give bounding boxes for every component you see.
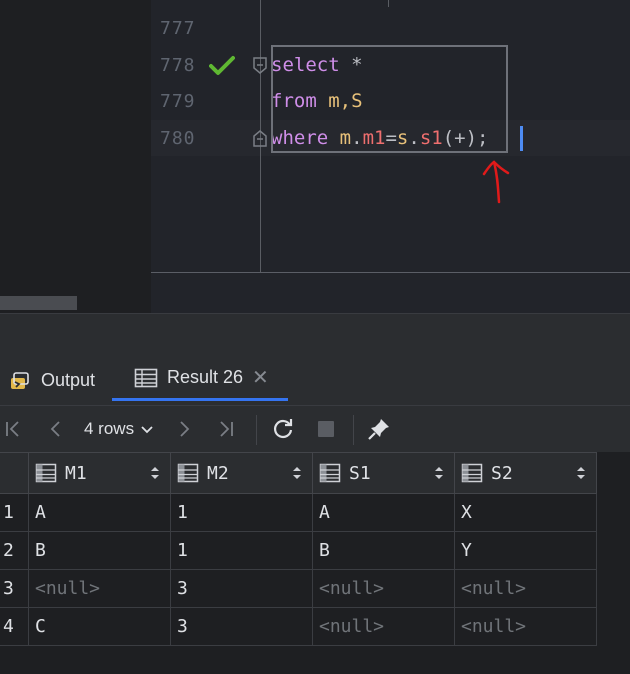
tab-label: Output [41,370,96,390]
sort-icon[interactable] [434,465,444,481]
prev-page-button[interactable] [42,406,68,452]
row-number-header [0,452,29,494]
refresh-button[interactable] [269,406,297,452]
table-row[interactable]: 3 <null> 3 <null> <null> [0,569,597,608]
result-grid[interactable]: M1 M2 S1 S2 1 A 1 A X 2 B 1 B Y 3 <null>… [0,452,630,674]
row-number: 4 [0,607,29,646]
sort-icon[interactable] [576,465,586,481]
stop-button[interactable] [313,406,339,452]
table-row[interactable]: 4 C 3 <null> <null> [0,607,597,646]
grid-cell[interactable]: 3 [170,607,313,646]
grid-cell[interactable]: 1 [170,531,313,570]
grid-cell[interactable]: B [28,531,171,570]
result-tab-bar: Output Result 26 ✕ [0,357,630,406]
last-page-icon [220,421,233,437]
column-name: M2 [207,462,229,484]
row-number: 3 [0,569,29,608]
result-toolbar: 4 rows [0,406,630,452]
last-page-button[interactable] [213,406,239,452]
line-number: 777 [160,18,196,39]
grid-cell[interactable]: B [312,531,455,570]
column-header-s1[interactable]: S1 [312,452,455,494]
column-name: S1 [349,462,371,484]
toolbar-separator [256,415,257,445]
editor-bottom-area [151,272,630,313]
text-caret [520,126,523,151]
column-icon [35,463,57,483]
grid-cell[interactable]: <null> [454,569,597,608]
row-number: 2 [0,531,29,570]
column-header-s2[interactable]: S2 [454,452,597,494]
line-number: 780 [160,128,196,149]
grid-cell[interactable]: Y [454,531,597,570]
column-icon [177,463,199,483]
grid-cell[interactable]: 1 [170,493,313,532]
chevron-down-icon [141,426,153,434]
first-page-button[interactable] [0,406,26,452]
grid-cell[interactable]: <null> [454,607,597,646]
fold-guide-tick [260,0,261,7]
table-row[interactable]: 1 A 1 A X [0,493,597,532]
fold-open-icon[interactable] [252,57,268,75]
line-number: 779 [160,91,196,112]
panel-splitter[interactable] [0,313,630,358]
selection-box [271,45,508,153]
grid-cell[interactable]: 3 [170,569,313,608]
indent-guide-tick [388,0,389,7]
first-page-icon [6,421,19,437]
rows-count-label: 4 rows [84,419,135,438]
pin-icon [368,419,389,440]
annotation-arrow-icon [482,160,510,204]
grid-cell[interactable]: <null> [312,607,455,646]
close-icon[interactable]: ✕ [252,365,269,390]
grid-cell[interactable]: A [28,493,171,532]
grid-cell[interactable]: A [312,493,455,532]
tab-result-26[interactable]: Result 26 ✕ [112,357,288,401]
next-page-icon [180,421,190,437]
check-icon[interactable] [209,55,235,77]
row-number: 1 [0,493,29,532]
tab-label: Result 26 [167,367,244,387]
line-number: 778 [160,55,196,76]
pin-button[interactable] [365,406,393,452]
column-icon [461,463,483,483]
grid-cell[interactable]: <null> [28,569,171,608]
column-header-m2[interactable]: M2 [170,452,313,494]
fold-close-icon[interactable] [252,129,268,147]
grid-cell[interactable]: X [454,493,597,532]
left-panel [0,0,151,313]
output-icon [8,370,32,392]
column-name: S2 [491,462,513,484]
table-icon [134,368,158,388]
toolbar-separator [353,415,354,445]
rows-count-dropdown[interactable]: 4 rows [84,406,156,452]
next-page-button[interactable] [172,406,198,452]
stop-icon [318,421,334,437]
sort-icon[interactable] [150,465,160,481]
code-editor[interactable]: 777 778 779 780 select * from m,S where … [0,0,630,313]
tab-output[interactable]: Output [8,357,95,404]
prev-page-icon [50,421,60,437]
grid-cell[interactable]: <null> [312,569,455,608]
horizontal-scrollbar[interactable] [0,296,77,310]
refresh-icon [273,419,293,439]
column-header-m1[interactable]: M1 [28,452,171,494]
sort-icon[interactable] [292,465,302,481]
column-name: M1 [65,462,87,484]
grid-cell[interactable]: C [28,607,171,646]
grid-header-row: M1 M2 S1 S2 [0,452,597,494]
column-icon [319,463,341,483]
table-row[interactable]: 2 B 1 B Y [0,531,597,570]
